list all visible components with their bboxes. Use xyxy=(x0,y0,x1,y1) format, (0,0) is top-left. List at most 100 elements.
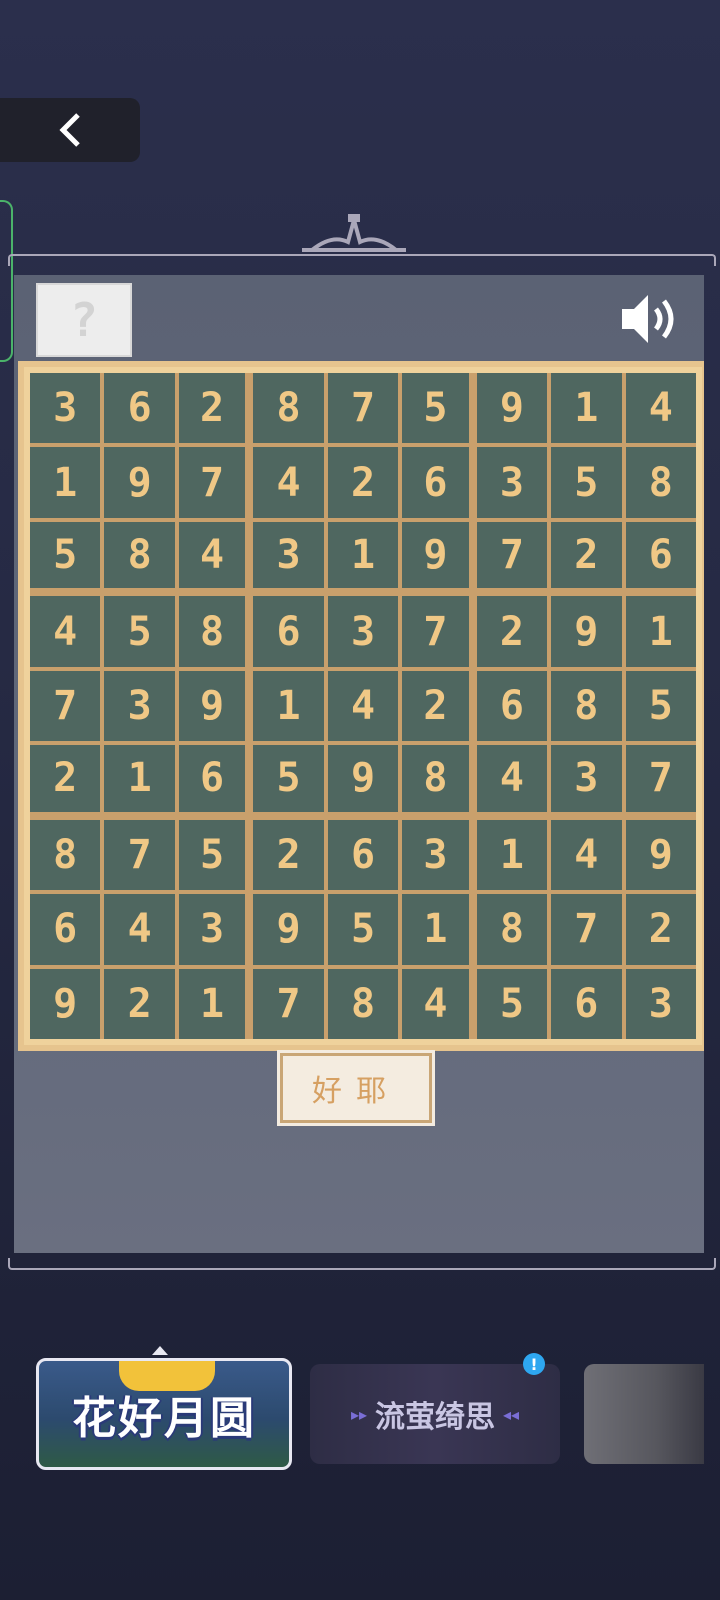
help-button[interactable]: ? xyxy=(36,283,132,357)
sudoku-cell[interactable]: 3 xyxy=(253,521,324,589)
sudoku-cell[interactable]: 9 xyxy=(476,373,548,444)
sudoku-cell[interactable]: 5 xyxy=(625,670,696,742)
sudoku-cell[interactable]: 8 xyxy=(104,521,175,589)
sudoku-cell[interactable]: 5 xyxy=(476,968,548,1039)
sudoku-cell[interactable]: 7 xyxy=(476,521,548,589)
sudoku-cell[interactable]: 2 xyxy=(327,447,399,518)
sudoku-cell[interactable]: 7 xyxy=(327,373,399,444)
sudoku-cell[interactable]: 6 xyxy=(30,894,101,965)
speaker-icon[interactable] xyxy=(618,289,682,349)
sudoku-cell[interactable]: 9 xyxy=(327,745,399,812)
arrow-left-icon: ◂◂ xyxy=(503,1404,520,1424)
sudoku-cell[interactable]: 4 xyxy=(178,521,246,589)
sudoku-cell[interactable]: 8 xyxy=(625,447,696,518)
sudoku-cell[interactable]: 4 xyxy=(625,373,696,444)
sudoku-cell[interactable]: 7 xyxy=(178,447,246,518)
sudoku-cell[interactable]: 7 xyxy=(253,968,324,1039)
sudoku-cell[interactable]: 5 xyxy=(327,894,399,965)
sudoku-cell[interactable]: 4 xyxy=(551,819,622,891)
sudoku-cell[interactable]: 8 xyxy=(402,745,469,812)
frame-top xyxy=(8,254,716,266)
sudoku-cell[interactable]: 6 xyxy=(104,373,175,444)
banner-title: 花好月圆 xyxy=(72,1393,256,1444)
sudoku-cell[interactable]: 6 xyxy=(178,745,246,812)
sudoku-cell[interactable]: 5 xyxy=(104,596,175,667)
sudoku-cell[interactable]: 8 xyxy=(253,373,324,444)
sudoku-cell[interactable]: 2 xyxy=(625,894,696,965)
sudoku-cell[interactable]: 1 xyxy=(104,745,175,812)
sudoku-cell[interactable]: 4 xyxy=(104,894,175,965)
sudoku-cell[interactable]: 9 xyxy=(551,596,622,667)
side-tab[interactable] xyxy=(0,200,13,362)
sudoku-cell[interactable]: 9 xyxy=(625,819,696,891)
sudoku-cell[interactable]: 1 xyxy=(402,894,469,965)
sudoku-cell[interactable]: 5 xyxy=(551,447,622,518)
sudoku-cell[interactable]: 3 xyxy=(476,447,548,518)
sudoku-cell[interactable]: 8 xyxy=(476,894,548,965)
sudoku-cell[interactable]: 5 xyxy=(30,521,101,589)
sudoku-cell[interactable]: 9 xyxy=(178,670,246,742)
moon-decoration xyxy=(119,1361,215,1391)
sudoku-cell[interactable]: 4 xyxy=(402,968,469,1039)
sudoku-cell[interactable]: 1 xyxy=(551,373,622,444)
sudoku-cell[interactable]: 2 xyxy=(402,670,469,742)
sudoku-cell[interactable]: 2 xyxy=(30,745,101,812)
sudoku-cell[interactable]: 6 xyxy=(476,670,548,742)
sudoku-cell[interactable]: 3 xyxy=(625,968,696,1039)
sudoku-cell[interactable]: 1 xyxy=(625,596,696,667)
sudoku-cell[interactable]: 3 xyxy=(30,373,101,444)
sudoku-cell[interactable]: 3 xyxy=(104,670,175,742)
sudoku-cell[interactable]: 4 xyxy=(327,670,399,742)
sudoku-grid: 3628759141974263585843197264586372917391… xyxy=(30,373,696,1039)
sudoku-cell[interactable]: 2 xyxy=(551,521,622,589)
event-banner-1[interactable]: 花好月圆 xyxy=(36,1358,292,1470)
chevron-left-icon xyxy=(59,113,80,147)
sudoku-cell[interactable]: 1 xyxy=(178,968,246,1039)
sudoku-cell[interactable]: 6 xyxy=(402,447,469,518)
sudoku-cell[interactable]: 6 xyxy=(625,521,696,589)
sudoku-cell[interactable]: 3 xyxy=(178,894,246,965)
sudoku-cell[interactable]: 6 xyxy=(327,819,399,891)
sudoku-cell[interactable]: 8 xyxy=(551,670,622,742)
sudoku-cell[interactable]: 7 xyxy=(30,670,101,742)
sudoku-cell[interactable]: 2 xyxy=(104,968,175,1039)
sudoku-cell[interactable]: 7 xyxy=(625,745,696,812)
sudoku-cell[interactable]: 9 xyxy=(104,447,175,518)
confirm-button[interactable]: 好耶 xyxy=(277,1050,435,1126)
banner-title: 流萤绮思 xyxy=(375,1400,495,1435)
event-banner-2[interactable]: ▸▸ 流萤绮思 ◂◂ xyxy=(310,1364,560,1464)
arrow-right-icon: ▸▸ xyxy=(350,1404,367,1424)
sudoku-cell[interactable]: 8 xyxy=(30,819,101,891)
sudoku-cell[interactable]: 5 xyxy=(178,819,246,891)
back-button[interactable] xyxy=(0,98,140,162)
sudoku-cell[interactable]: 3 xyxy=(551,745,622,812)
sudoku-cell[interactable]: 2 xyxy=(253,819,324,891)
sudoku-cell[interactable]: 3 xyxy=(402,819,469,891)
alert-icon: ! xyxy=(523,1353,545,1375)
sudoku-cell[interactable]: 9 xyxy=(253,894,324,965)
sudoku-cell[interactable]: 2 xyxy=(178,373,246,444)
sudoku-cell[interactable]: 7 xyxy=(551,894,622,965)
sudoku-cell[interactable]: 4 xyxy=(476,745,548,812)
sudoku-cell[interactable]: 6 xyxy=(551,968,622,1039)
sudoku-cell[interactable]: 5 xyxy=(253,745,324,812)
sudoku-cell[interactable]: 1 xyxy=(476,819,548,891)
sudoku-cell[interactable]: 1 xyxy=(327,521,399,589)
sudoku-cell[interactable]: 8 xyxy=(178,596,246,667)
sudoku-cell[interactable]: 8 xyxy=(327,968,399,1039)
sudoku-board: 3628759141974263585843197264586372917391… xyxy=(18,361,704,1051)
sudoku-cell[interactable]: 7 xyxy=(104,819,175,891)
sudoku-cell[interactable]: 1 xyxy=(253,670,324,742)
sudoku-cell[interactable]: 3 xyxy=(327,596,399,667)
sudoku-cell[interactable]: 4 xyxy=(253,447,324,518)
selected-indicator xyxy=(152,1346,168,1355)
sudoku-cell[interactable]: 5 xyxy=(402,373,469,444)
sudoku-cell[interactable]: 4 xyxy=(30,596,101,667)
event-banner-3[interactable] xyxy=(584,1364,704,1464)
sudoku-cell[interactable]: 1 xyxy=(30,447,101,518)
sudoku-cell[interactable]: 2 xyxy=(476,596,548,667)
sudoku-cell[interactable]: 7 xyxy=(402,596,469,667)
sudoku-cell[interactable]: 9 xyxy=(402,521,469,589)
sudoku-cell[interactable]: 9 xyxy=(30,968,101,1039)
sudoku-cell[interactable]: 6 xyxy=(253,596,324,667)
